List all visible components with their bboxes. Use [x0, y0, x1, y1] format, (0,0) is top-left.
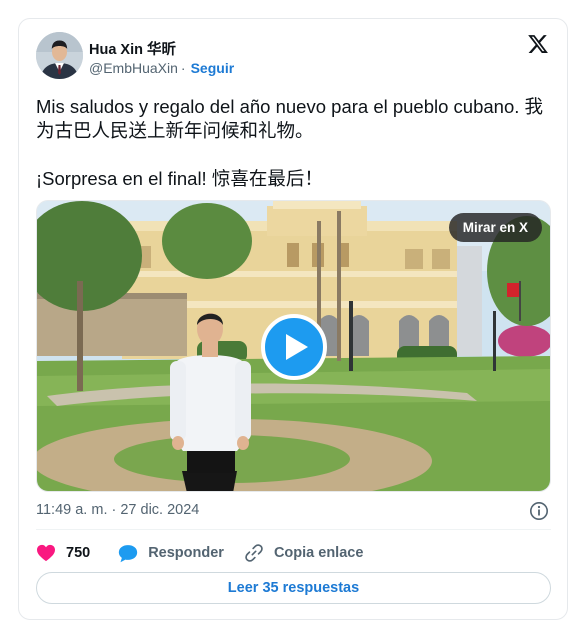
author-handle[interactable]: @EmbHuaXin	[89, 60, 178, 76]
author-name[interactable]: Hua Xin 华昕	[89, 38, 176, 59]
link-icon	[245, 544, 263, 562]
action-bar: 750 Responder Copia enlace	[36, 541, 363, 565]
reply-label: Responder	[148, 545, 224, 561]
info-circle-icon[interactable]	[529, 501, 549, 521]
post-text: Mis saludos y regalo del año nuevo para …	[36, 95, 556, 191]
watch-on-x-button[interactable]: Mirar en X	[448, 213, 542, 242]
read-replies-button[interactable]: Leer 35 respuestas	[36, 572, 551, 604]
separator-dot: ·	[180, 60, 186, 76]
follow-button[interactable]: Seguir	[191, 60, 235, 76]
like-count: 750	[66, 545, 91, 561]
video-player[interactable]: Mirar en X	[36, 200, 551, 492]
post-text-line1: Mis saludos y regalo del año nuevo para …	[36, 96, 544, 141]
speech-bubble-icon	[119, 544, 138, 562]
play-button[interactable]	[261, 314, 327, 380]
play-icon	[286, 334, 308, 360]
embedded-post-card: Hua Xin 华昕 @EmbHuaXin · Seguir Mis saludos…	[18, 18, 568, 620]
like-button[interactable]: 750	[36, 544, 90, 562]
copy-link-label: Copia enlace	[273, 545, 364, 561]
avatar[interactable]	[36, 32, 83, 79]
x-logo-icon[interactable]	[527, 33, 549, 55]
reply-button[interactable]: Responder	[118, 544, 224, 563]
author-handle-row: @EmbHuaXin · Seguir	[89, 60, 234, 76]
copy-link-button[interactable]: Copia enlace	[244, 543, 363, 563]
post-timestamp[interactable]: 11:49 a. m. · 27 dic. 2024	[36, 502, 199, 518]
heart-icon	[37, 544, 55, 562]
post-text-line2: ¡Sorpresa en el final! 惊喜在最后！	[36, 168, 323, 189]
divider	[36, 529, 551, 530]
